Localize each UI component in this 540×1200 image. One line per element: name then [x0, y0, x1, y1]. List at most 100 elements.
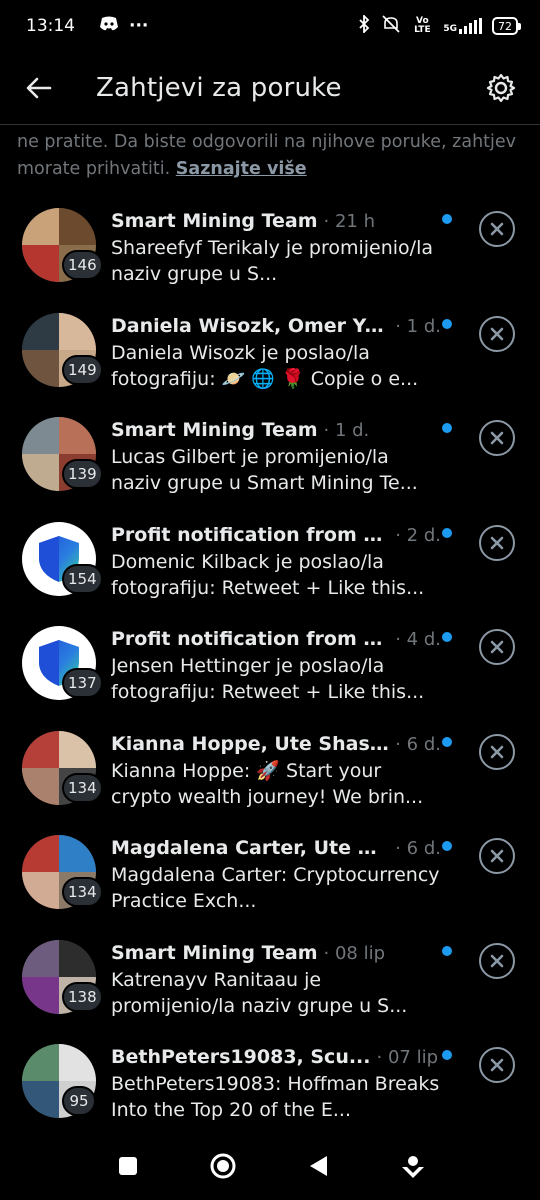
timestamp: · 08 lip — [323, 942, 386, 964]
member-count-badge: 146 — [62, 250, 103, 280]
unread-dot — [442, 841, 452, 851]
request-content: Smart Mining Team · 08 lip Katrenayv Ranit… — [111, 940, 441, 1019]
timestamp: · 2 d. — [395, 524, 441, 546]
conversation-name: Profit notification from U... — [111, 628, 390, 650]
back-button[interactable] — [298, 1146, 338, 1186]
member-count-badge: 134 — [62, 877, 103, 907]
message-preview: Daniela Wisozk je poslao/la fotografiju:… — [111, 341, 419, 390]
timestamp: · 6 d. — [395, 733, 441, 755]
learn-more-link[interactable]: Saznajte više — [176, 159, 307, 179]
conversation-name: Magdalena Carter, Ute S... — [111, 837, 390, 859]
member-count-badge: 154 — [62, 563, 103, 594]
request-content: Profit notification from U... · 2 d. Domen… — [111, 522, 441, 601]
timestamp: · 07 lip — [376, 1047, 439, 1068]
unread-dot — [442, 632, 452, 642]
message-preview: Lucas Gilbert je promijenio/la naziv gru… — [111, 446, 418, 494]
dismiss-button[interactable] — [479, 629, 515, 665]
request-content: Kianna Hoppe, Ute Shast... · 6 d. Kianna H… — [111, 731, 441, 810]
dismiss-button[interactable] — [479, 315, 515, 352]
message-preview: Domenic Kilback je poslao/la fotografiju… — [111, 550, 425, 599]
unread-dot — [442, 945, 452, 956]
dismiss-button[interactable] — [479, 733, 515, 770]
recents-button[interactable] — [108, 1146, 148, 1186]
request-content: Profit notification from U... · 4 d. Jense… — [111, 626, 441, 705]
timestamp: · 4 d. — [395, 629, 441, 650]
system-nav-bar — [0, 1132, 540, 1200]
request-content: Magdalena Carter, Ute S... · 6 d. Magdalen… — [111, 835, 441, 914]
request-content: BethPeters19083, Scu... · 07 lip BethPeter… — [111, 1044, 441, 1123]
message-preview: BethPeters19083: Hoffman Breaks Into the… — [111, 1073, 440, 1121]
conversation-name: Profit notification from U... — [111, 523, 390, 546]
mute-icon — [381, 14, 401, 38]
conversation-name: Smart Mining Team — [111, 210, 318, 232]
dismiss-button[interactable] — [479, 211, 515, 247]
member-count-badge: 149 — [62, 354, 103, 385]
request-content: Smart Mining Team · 1 d. Lucas Gilbert je … — [111, 417, 441, 496]
conversation-name: Daniela Wisozk, Omer Yo... — [111, 314, 390, 337]
request-row[interactable]: 139 Smart Mining Team · 1 d. Lucas Gilbert … — [0, 409, 540, 513]
request-content: Smart Mining Team · 21 h Shareefyf Terikal… — [111, 208, 441, 287]
message-preview: Kianna Hoppe: 🚀 Start your crypto wealth… — [111, 759, 424, 808]
battery-level: 72 — [498, 19, 512, 33]
home-button[interactable] — [203, 1146, 243, 1186]
dismiss-button[interactable] — [479, 1047, 515, 1083]
unread-dot — [442, 1050, 452, 1060]
request-row[interactable]: 154 Profit notification from U... · 2 d. Do… — [0, 514, 540, 618]
timestamp: · 6 d. — [395, 838, 441, 859]
member-count-badge: 137 — [62, 668, 103, 698]
app-bar: Zahtjevi za poruke — [0, 52, 540, 124]
close-icon — [490, 222, 504, 236]
dismiss-button[interactable] — [479, 942, 515, 979]
bluetooth-icon — [357, 13, 371, 38]
dismiss-button[interactable] — [479, 524, 515, 561]
close-icon — [490, 327, 504, 340]
clock: 13:14 — [26, 16, 75, 36]
close-icon — [490, 849, 504, 863]
request-row[interactable]: 138 Smart Mining Team · 08 lip Katrenayv Ra… — [0, 932, 540, 1036]
conversation-name: Smart Mining Team — [111, 419, 318, 441]
unread-dot — [442, 214, 452, 224]
conversation-name: Smart Mining Team — [111, 941, 318, 964]
request-row[interactable]: 149 Daniela Wisozk, Omer Yo... · 1 d. Danie… — [0, 305, 540, 409]
conversation-name: BethPeters19083, Scu... — [111, 1046, 371, 1068]
dismiss-button[interactable] — [479, 420, 515, 456]
request-row[interactable]: 146 Smart Mining Team · 21 h Shareefyf Teri… — [0, 200, 540, 304]
back-arrow-icon[interactable] — [22, 71, 56, 105]
message-preview: Magdalena Carter: Cryptocurrency Practic… — [111, 864, 440, 912]
unread-dot — [442, 318, 452, 329]
signal-icon — [459, 18, 482, 34]
message-preview: Jensen Hettinger je poslao/la fotografij… — [111, 655, 425, 703]
member-count-badge: 138 — [62, 981, 103, 1012]
request-row[interactable]: 134 Kianna Hoppe, Ute Shast... · 6 d. Kiann… — [0, 723, 540, 827]
request-row[interactable]: 95 BethPeters19083, Scu... · 07 lip BethPet… — [0, 1036, 540, 1140]
battery-icon: 72 — [492, 17, 521, 35]
close-icon — [490, 954, 504, 967]
more-notifications-icon: ··· — [129, 16, 149, 36]
page-title: Zahtjevi za poruke — [96, 73, 342, 103]
close-icon — [490, 1058, 504, 1072]
timestamp: · 1 d. — [395, 315, 441, 337]
conversation-name: Kianna Hoppe, Ute Shast... — [111, 732, 390, 755]
close-icon — [490, 431, 504, 445]
message-preview: Katrenayv Ranitaau je promijenio/la nazi… — [111, 968, 408, 1017]
unread-dot — [442, 736, 452, 747]
member-count-badge: 134 — [62, 772, 103, 803]
request-row[interactable]: 134 Magdalena Carter, Ute S... · 6 d. Magda… — [0, 827, 540, 931]
status-bar: 13:14 ··· Vo LTE 5G 72 — [0, 0, 540, 52]
close-icon — [490, 745, 504, 758]
unread-dot — [442, 527, 452, 538]
unread-dot — [442, 423, 452, 433]
request-content: Daniela Wisozk, Omer Yo... · 1 d. Daniela … — [111, 313, 441, 392]
dismiss-button[interactable] — [479, 838, 515, 874]
volte-icon: Vo LTE — [414, 16, 431, 35]
close-icon — [490, 536, 504, 549]
timestamp: · 21 h — [323, 211, 375, 232]
close-icon — [490, 640, 504, 654]
member-count-badge: 95 — [62, 1086, 96, 1116]
requests-notice: ne pratite. Da biste odgovorili na njiho… — [0, 125, 540, 191]
gear-icon[interactable] — [484, 71, 518, 105]
request-row[interactable]: 137 Profit notification from U... · 4 d. Je… — [0, 618, 540, 722]
timestamp: · 1 d. — [323, 420, 370, 441]
discord-icon — [99, 16, 119, 37]
assistant-button[interactable] — [393, 1146, 433, 1186]
